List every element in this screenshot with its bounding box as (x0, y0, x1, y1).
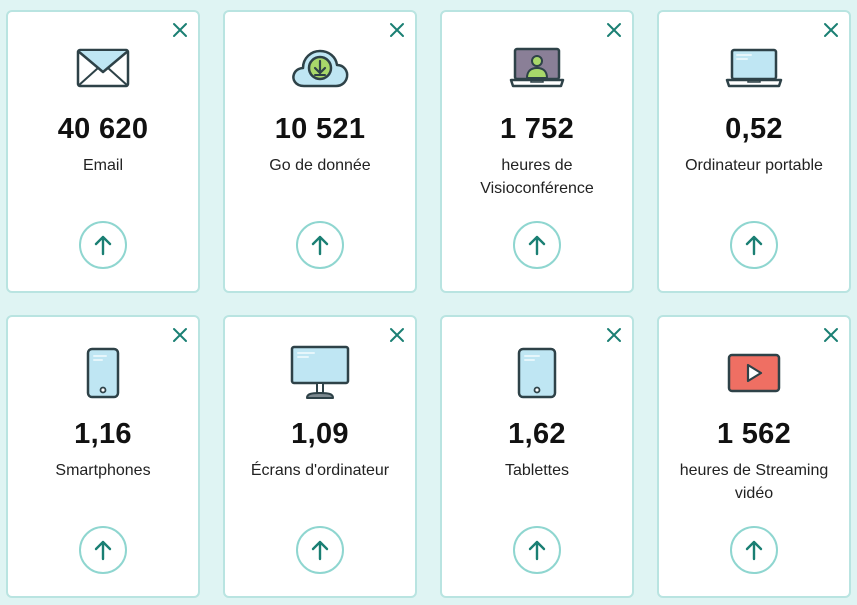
card-video-streaming: 1 562 heures de Streaming vidéo (657, 315, 851, 598)
card-smartphones: 1,16 Smartphones (6, 315, 200, 598)
card-video-conference: 1 752 heures de Visioconférence (440, 10, 634, 293)
card-label: Ordinateur portable (685, 157, 823, 174)
close-icon[interactable] (172, 22, 188, 38)
card-laptop: 0,52 Ordinateur portable (657, 10, 851, 293)
expand-button[interactable] (513, 221, 561, 269)
card-label: heures de Visioconférence (480, 157, 594, 197)
laptop-icon (659, 42, 849, 94)
monitor-icon (225, 345, 415, 399)
cloud-download-icon (225, 42, 415, 94)
card-value: 40 620 (57, 113, 149, 145)
arrow-up-icon (528, 235, 546, 256)
card-value: 1,62 (508, 418, 566, 450)
card-label: Go de donnée (269, 157, 371, 174)
card-monitors: 1,09 Écrans d'ordinateur (223, 315, 417, 598)
card-tablets: 1,62 Tablettes (440, 315, 634, 598)
card-value: 10 521 (274, 113, 366, 145)
close-icon[interactable] (606, 22, 622, 38)
expand-button[interactable] (79, 221, 127, 269)
card-data: 10 521 Go de donnée (223, 10, 417, 293)
smartphone-icon (8, 347, 198, 399)
card-email: 40 620 Email (6, 10, 200, 293)
close-icon[interactable] (172, 327, 188, 343)
card-value: 1,09 (291, 418, 349, 450)
arrow-up-icon (94, 235, 112, 256)
card-value: 0,52 (725, 113, 783, 145)
close-icon[interactable] (389, 327, 405, 343)
card-label: Tablettes (504, 462, 570, 479)
envelope-icon (8, 42, 198, 94)
expand-button[interactable] (513, 526, 561, 574)
expand-button[interactable] (296, 221, 344, 269)
arrow-up-icon (311, 235, 329, 256)
card-label: heures de Streaming vidéo (679, 462, 829, 502)
close-icon[interactable] (389, 22, 405, 38)
arrow-up-icon (745, 540, 763, 561)
expand-button[interactable] (730, 221, 778, 269)
close-icon[interactable] (606, 327, 622, 343)
arrow-up-icon (94, 540, 112, 561)
close-icon[interactable] (823, 327, 839, 343)
arrow-up-icon (745, 235, 763, 256)
tablet-icon (442, 347, 632, 399)
card-label: Écrans d'ordinateur (250, 462, 390, 479)
card-label: Smartphones (55, 462, 151, 479)
arrow-up-icon (311, 540, 329, 561)
expand-button[interactable] (79, 526, 127, 574)
emissions-grid: 40 620 Email 10 521 Go de donnée 1 752 h… (6, 10, 851, 600)
video-play-icon (659, 347, 849, 399)
card-value: 1 562 (716, 418, 792, 450)
card-value: 1 752 (499, 113, 575, 145)
card-label: Email (82, 157, 123, 174)
expand-button[interactable] (296, 526, 344, 574)
expand-button[interactable] (730, 526, 778, 574)
card-value: 1,16 (74, 418, 132, 450)
close-icon[interactable] (823, 22, 839, 38)
video-conference-icon (442, 42, 632, 94)
arrow-up-icon (528, 540, 546, 561)
